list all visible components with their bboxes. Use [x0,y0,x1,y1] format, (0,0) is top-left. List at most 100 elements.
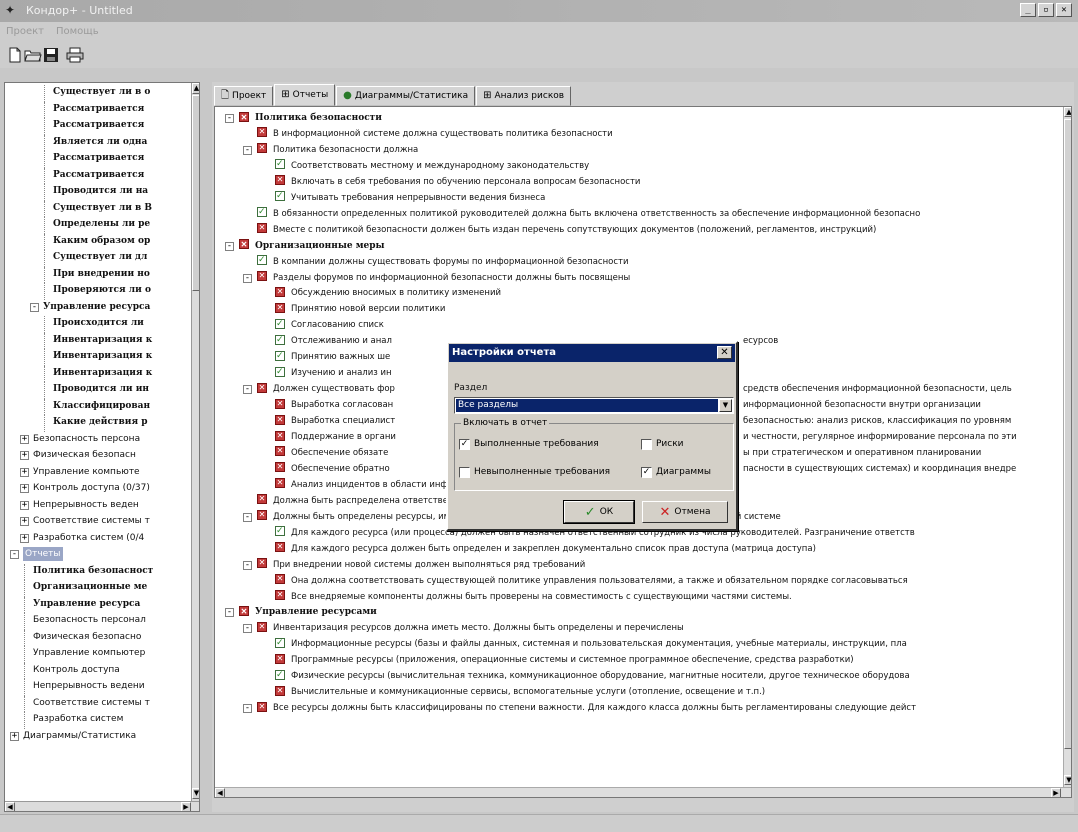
ok-button[interactable]: ✓ ОК [563,500,635,524]
tree-item[interactable]: Разработка систем (0/4 [33,531,144,545]
report-row[interactable]: В информационной системе должна существо… [257,126,613,141]
tree-item[interactable]: Существует ли в В [53,201,152,215]
tree-item[interactable]: Классифицирован [53,399,150,413]
tree-item[interactable]: Безопасность персонал [33,613,146,627]
report-row[interactable]: Должен существовать фор [257,382,395,396]
collapse-icon[interactable]: - [243,624,252,634]
tree-item[interactable]: Контроль доступа [33,663,120,677]
scroll-down-icon[interactable]: ▼ [1064,775,1071,785]
report-horizontal-scrollbar[interactable]: ◀ ▶ [215,787,1071,797]
report-row[interactable]: Физические ресурсы (вычислительная техни… [275,669,910,683]
tree-item[interactable]: Безопасность персона [33,432,140,446]
report-section-header[interactable]: Организационные меры [239,238,385,253]
tree-item[interactable]: Каким образом ор [53,234,150,248]
scroll-thumb[interactable] [1064,119,1071,749]
report-row[interactable]: Принятию новой версии политики [275,302,445,316]
report-row[interactable]: Вычислительные и коммуникационные сервис… [275,685,765,699]
tree-item[interactable]: Непрерывность веден [33,498,139,512]
tree-item[interactable]: Соответствие системы т [33,514,150,528]
report-row[interactable]: Разделы форумов по информационной безопа… [257,270,630,285]
expand-icon[interactable]: + [20,451,29,460]
report-row[interactable]: Включать в себя требования по обучению п… [275,174,640,189]
tree-item[interactable]: Определены ли ре [53,217,150,231]
collapse-icon[interactable]: - [243,704,252,714]
menu-project[interactable]: Проект [6,26,44,37]
tab-risk-analysis[interactable]: ⊞ Анализ рисков [476,86,572,106]
report-row[interactable]: Все ресурсы должны быть классифицированы… [257,701,916,715]
tree-item[interactable]: Инвентаризация к [53,349,152,363]
tree-item[interactable]: Управление ресурса [43,300,150,314]
close-icon[interactable]: ✕ [717,346,732,359]
report-row[interactable]: Все внедряемые компоненты должны быть пр… [275,589,792,604]
tree-item[interactable]: Какие действия р [53,415,148,429]
report-row[interactable]: Соответствовать местному и международном… [275,158,589,173]
tree-item[interactable]: Организационные ме [33,580,147,594]
report-row[interactable]: Выработка согласован [275,398,393,412]
collapse-icon[interactable]: - [243,273,252,283]
report-row[interactable]: Принятию важных ше [275,350,390,364]
report-row[interactable]: Согласованию списк [275,318,384,332]
tree-item[interactable]: Диаграммы/Статистика [23,729,136,743]
chevron-down-icon[interactable]: ▼ [719,399,732,412]
report-row[interactable]: Обеспечение обязате [275,445,388,460]
close-button[interactable]: ✕ [1056,3,1072,17]
report-row[interactable]: Обеспечение обратно [275,461,390,476]
expand-icon[interactable]: + [20,517,29,526]
report-row[interactable]: Информационные ресурсы (базы и файлы дан… [275,637,907,651]
tree-item[interactable]: Управление ресурса [33,597,140,611]
collapse-icon[interactable]: - [243,512,252,522]
report-row[interactable]: Поддержание в органи [275,430,396,444]
collapse-icon[interactable]: - [225,608,234,618]
report-row[interactable]: Для каждого ресурса должен быть определе… [275,541,816,556]
tab-charts[interactable]: ● Диаграммы/Статистика [336,86,476,106]
report-row[interactable]: Изучению и анализ ин [275,366,392,380]
scroll-left-icon[interactable]: ◀ [215,788,225,797]
checkbox-completed[interactable]: ✓ Выполненные требования [459,438,599,450]
tree-item[interactable]: Проверяются ли о [53,283,151,297]
print-icon[interactable] [66,47,84,63]
scroll-right-icon[interactable]: ▶ [1051,788,1061,797]
cancel-button[interactable]: ✕ Отмена [642,501,728,523]
section-select[interactable]: Все разделы ▼ [454,397,734,414]
app-icon[interactable]: ✦ [5,3,21,18]
report-row[interactable]: Политика безопасности должна [257,142,418,157]
report-section-header[interactable]: Политика безопасности [239,111,382,125]
tree-item[interactable]: Контроль доступа (0/37) [33,481,150,495]
minimize-button[interactable]: _ [1020,3,1036,17]
collapse-icon[interactable]: - [243,385,252,395]
menu-help[interactable]: Помощь [56,26,99,37]
tree-item[interactable]: Является ли одна [53,135,147,149]
tab-reports[interactable]: ⊞ Отчеты [274,84,336,106]
maximize-button[interactable]: ▫ [1038,3,1054,17]
expand-icon[interactable]: + [10,731,19,741]
scroll-left-icon[interactable]: ◀ [5,802,15,811]
tree-item[interactable]: При внедрении но [53,267,150,281]
report-row[interactable]: Инвентаризация ресурсов должна иметь мес… [257,621,684,635]
collapse-icon[interactable]: - [243,145,252,155]
collapse-icon[interactable]: - [243,560,252,570]
checkbox-box[interactable]: ✓ [459,438,470,450]
scroll-up-icon[interactable]: ▲ [192,83,199,94]
report-vertical-scrollbar[interactable]: ▲ ▼ [1063,107,1071,787]
collapse-icon[interactable]: - [225,114,234,123]
tree-item[interactable]: Существует ли дл [53,250,147,264]
checkbox-charts[interactable]: ✓ Диаграммы [641,466,711,478]
expand-icon[interactable]: + [20,533,29,543]
tree-item[interactable]: Политика безопасност [33,564,153,578]
tree-item[interactable]: Управление компьюте [33,465,140,479]
save-icon[interactable] [42,47,60,63]
tree-item[interactable]: Происходится ли [53,316,144,330]
report-row[interactable]: Программные ресурсы (приложения, операци… [275,653,854,667]
report-row[interactable]: Учитывать требования непрерывности веден… [275,190,545,205]
tree-item[interactable]: Непрерывность ведени [33,679,145,693]
checkbox-risks[interactable]: Риски [641,438,684,450]
tree-item[interactable]: Инвентаризация к [53,333,152,347]
report-row[interactable]: Выработка специалист [275,414,395,428]
checkbox-box[interactable] [459,466,470,478]
tree-item[interactable]: Физическая безопасн [33,448,136,462]
report-row[interactable]: При внедрении новой системы должен выпол… [257,557,585,572]
tree-item[interactable]: Разработка систем [33,712,123,726]
tree-item[interactable]: Проводится ли ин [53,382,149,396]
report-section-header[interactable]: Управление ресурсами [239,605,377,619]
expand-icon[interactable]: + [20,500,29,510]
